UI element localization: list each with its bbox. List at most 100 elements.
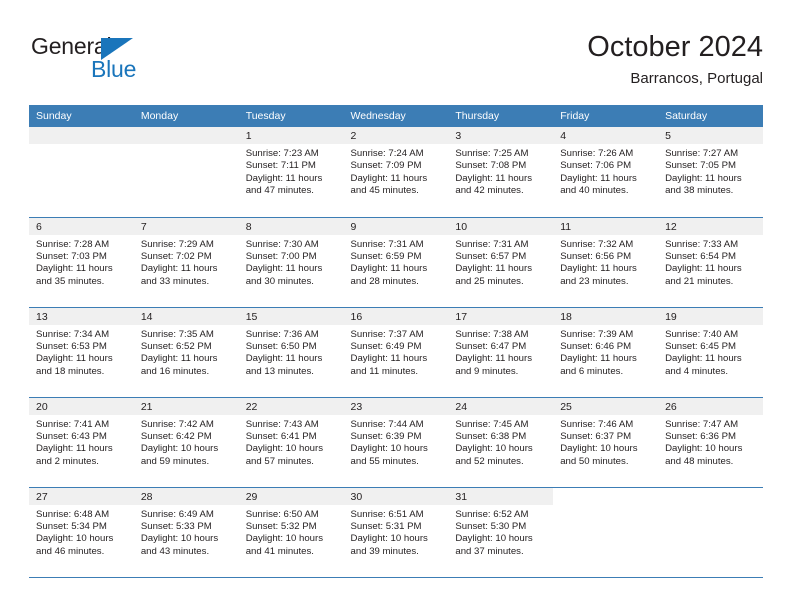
sunset-text: Sunset: 5:32 PM (245, 520, 317, 532)
day-details: Sunrise: 7:39 AM Sunset: 6:46 PM Daylight:… (553, 325, 658, 379)
day-cell-inner: 1 Sunrise: 7:23 AM Sunset: 7:11 PM Daylight… (238, 127, 344, 216)
calendar-day-cell[interactable]: 10 Sunrise: 7:31 AM Sunset: 6:57 PM Dayligh… (448, 217, 554, 308)
calendar-day-cell[interactable]: 1 Sunrise: 7:23 AM Sunset: 7:11 PM Daylight… (238, 127, 344, 218)
calendar-day-cell[interactable]: 3 Sunrise: 7:25 AM Sunset: 7:08 PM Daylight… (448, 127, 554, 218)
day-cell-inner: 3 Sunrise: 7:25 AM Sunset: 7:08 PM Daylight… (448, 127, 554, 216)
day-details: Sunrise: 7:29 AM Sunset: 7:02 PM Daylight:… (134, 235, 239, 289)
calendar-day-cell[interactable]: 4 Sunrise: 7:26 AM Sunset: 7:06 PM Daylight… (553, 127, 659, 218)
day-details: Sunrise: 7:46 AM Sunset: 6:37 PM Daylight:… (553, 415, 658, 469)
day-cell-inner: 31 Sunrise: 6:52 AM Sunset: 5:30 PM Dayligh… (448, 487, 554, 577)
daylight-text-line1: Daylight: 10 hours (36, 533, 114, 545)
daylight-text-line2: and 37 minutes. (455, 545, 524, 557)
calendar-day-cell[interactable]: 16 Sunrise: 7:37 AM Sunset: 6:49 PM Dayligh… (343, 307, 449, 398)
calendar-day-cell[interactable]: 15 Sunrise: 7:36 AM Sunset: 6:50 PM Dayligh… (238, 307, 344, 398)
calendar-day-cell[interactable]: 19 Sunrise: 7:40 AM Sunset: 6:45 PM Dayligh… (658, 307, 763, 398)
sunrise-text: Sunrise: 7:37 AM (350, 328, 424, 340)
daylight-text-line1: Daylight: 11 hours (350, 263, 428, 275)
calendar-day-cell[interactable]: 14 Sunrise: 7:35 AM Sunset: 6:52 PM Dayligh… (133, 307, 239, 398)
daylight-text-line1: Daylight: 11 hours (665, 263, 742, 275)
day-cell-inner: 12 Sunrise: 7:33 AM Sunset: 6:54 PM Dayligh… (658, 217, 763, 307)
sunrise-text: Sunrise: 6:51 AM (350, 508, 424, 520)
day-details (29, 144, 134, 148)
day-details: Sunrise: 7:47 AM Sunset: 6:36 PM Daylight:… (658, 415, 763, 469)
day-details: Sunrise: 7:40 AM Sunset: 6:45 PM Daylight:… (658, 325, 763, 379)
daylight-text-line1: Daylight: 11 hours (560, 172, 637, 184)
calendar-day-cell[interactable]: 21 Sunrise: 7:42 AM Sunset: 6:42 PM Dayligh… (133, 397, 239, 488)
daylight-text-line1: Daylight: 10 hours (455, 533, 533, 545)
calendar-day-cell[interactable]: 31 Sunrise: 6:52 AM Sunset: 5:30 PM Dayligh… (448, 487, 554, 578)
day-details: Sunrise: 7:31 AM Sunset: 6:57 PM Daylight:… (448, 235, 553, 289)
calendar-day-cell[interactable]: 6 Sunrise: 7:28 AM Sunset: 7:03 PM Daylight… (29, 217, 134, 308)
sunset-text: Sunset: 6:59 PM (350, 250, 422, 262)
day-cell-inner: 8 Sunrise: 7:30 AM Sunset: 7:00 PM Daylight… (238, 217, 344, 307)
calendar-day-cell[interactable]: 26 Sunrise: 7:47 AM Sunset: 6:36 PM Dayligh… (658, 397, 763, 488)
daylight-text-line2: and 35 minutes. (36, 275, 105, 287)
calendar-day-cell[interactable]: 22 Sunrise: 7:43 AM Sunset: 6:41 PM Dayligh… (238, 397, 344, 488)
calendar-day-cell[interactable]: 27 Sunrise: 6:48 AM Sunset: 5:34 PM Dayligh… (29, 487, 134, 578)
calendar-day-cell[interactable]: 29 Sunrise: 6:50 AM Sunset: 5:32 PM Dayligh… (238, 487, 344, 578)
daylight-text-line2: and 28 minutes. (350, 275, 419, 287)
day-cell-inner: 17 Sunrise: 7:38 AM Sunset: 6:47 PM Dayligh… (448, 307, 554, 397)
daylight-text-line2: and 2 minutes. (36, 455, 99, 467)
calendar-day-cell[interactable]: 5 Sunrise: 7:27 AM Sunset: 7:05 PM Daylight… (658, 127, 763, 218)
daylight-text-line2: and 6 minutes. (560, 365, 624, 377)
day-number: 12 (658, 217, 763, 235)
calendar-day-cell[interactable]: 8 Sunrise: 7:30 AM Sunset: 7:00 PM Daylight… (238, 217, 344, 308)
daylight-text-line1: Daylight: 11 hours (36, 263, 113, 275)
daylight-text-line2: and 13 minutes. (245, 365, 314, 377)
calendar-day-cell[interactable]: 23 Sunrise: 7:44 AM Sunset: 6:39 PM Dayligh… (343, 397, 449, 488)
calendar-day-cell[interactable]: 12 Sunrise: 7:33 AM Sunset: 6:54 PM Dayligh… (658, 217, 763, 308)
calendar-day-cell[interactable]: 20 Sunrise: 7:41 AM Sunset: 6:43 PM Dayligh… (29, 397, 134, 488)
day-cell-inner (29, 127, 134, 216)
day-number: 4 (553, 127, 659, 144)
daylight-text-line1: Daylight: 11 hours (455, 263, 532, 275)
daylight-text-line2: and 55 minutes. (350, 455, 419, 467)
daylight-text-line2: and 57 minutes. (245, 455, 314, 467)
daylight-text-line2: and 18 minutes. (36, 365, 105, 377)
sunset-text: Sunset: 6:37 PM (560, 430, 632, 442)
sunset-text: Sunset: 5:31 PM (350, 520, 422, 532)
weekday-header-row: Sunday Monday Tuesday Wednesday Thursday… (29, 105, 763, 127)
day-details: Sunrise: 7:24 AM Sunset: 7:09 PM Daylight:… (344, 144, 449, 198)
day-details: Sunrise: 7:26 AM Sunset: 7:06 PM Daylight:… (553, 144, 658, 198)
sunset-text: Sunset: 7:05 PM (665, 160, 736, 172)
day-number (553, 487, 659, 505)
calendar-day-cell[interactable]: 28 Sunrise: 6:49 AM Sunset: 5:33 PM Dayligh… (133, 487, 239, 578)
calendar-day-cell[interactable]: 13 Sunrise: 7:34 AM Sunset: 6:53 PM Dayligh… (29, 307, 134, 398)
daylight-text-line1: Daylight: 11 hours (665, 172, 742, 184)
sunrise-text: Sunrise: 7:26 AM (560, 148, 634, 159)
day-cell-inner: 10 Sunrise: 7:31 AM Sunset: 6:57 PM Dayligh… (448, 217, 554, 307)
calendar-day-cell[interactable]: 9 Sunrise: 7:31 AM Sunset: 6:59 PM Daylight… (343, 217, 449, 308)
day-number: 11 (553, 217, 659, 235)
weekday-header-saturday: Saturday (658, 105, 763, 127)
calendar-week-row: 27 Sunrise: 6:48 AM Sunset: 5:34 PM Dayligh… (29, 487, 763, 578)
sunrise-text: Sunrise: 7:25 AM (455, 148, 529, 159)
calendar-day-cell[interactable]: 18 Sunrise: 7:39 AM Sunset: 6:46 PM Dayligh… (553, 307, 659, 398)
calendar-table: Sunday Monday Tuesday Wednesday Thursday… (29, 105, 763, 578)
day-number: 26 (658, 397, 763, 415)
sunset-text: Sunset: 6:49 PM (350, 340, 422, 352)
calendar-day-cell[interactable]: 2 Sunrise: 7:24 AM Sunset: 7:09 PM Daylight… (343, 127, 449, 218)
sunrise-text: Sunrise: 7:45 AM (455, 418, 529, 430)
day-cell-inner: 15 Sunrise: 7:36 AM Sunset: 6:50 PM Dayligh… (238, 307, 344, 397)
calendar-day-cell[interactable]: 24 Sunrise: 7:45 AM Sunset: 6:38 PM Dayligh… (448, 397, 554, 488)
day-cell-inner: 29 Sunrise: 6:50 AM Sunset: 5:32 PM Dayligh… (238, 487, 344, 577)
calendar-day-cell[interactable]: 25 Sunrise: 7:46 AM Sunset: 6:37 PM Dayligh… (553, 397, 659, 488)
day-cell-inner: 24 Sunrise: 7:45 AM Sunset: 6:38 PM Dayligh… (448, 397, 554, 487)
brand-name-blue: Blue (91, 56, 137, 82)
sunset-text: Sunset: 6:54 PM (665, 250, 736, 262)
sunrise-text: Sunrise: 7:34 AM (36, 328, 110, 340)
calendar-day-cell[interactable]: 11 Sunrise: 7:32 AM Sunset: 6:56 PM Dayligh… (553, 217, 659, 308)
daylight-text-line1: Daylight: 11 hours (140, 353, 218, 365)
calendar-day-cell[interactable]: 30 Sunrise: 6:51 AM Sunset: 5:31 PM Dayligh… (343, 487, 449, 578)
brand-logo[interactable]: General Blue (29, 30, 259, 90)
sunrise-text: Sunrise: 7:31 AM (350, 238, 424, 250)
day-cell-inner: 9 Sunrise: 7:31 AM Sunset: 6:59 PM Daylight… (343, 217, 449, 307)
calendar-day-cell[interactable]: 7 Sunrise: 7:29 AM Sunset: 7:02 PM Daylight… (133, 217, 239, 308)
day-number: 9 (343, 217, 449, 235)
title-block: October 2024 Barrancos, Portugal (587, 30, 763, 88)
calendar-week-row: 6 Sunrise: 7:28 AM Sunset: 7:03 PM Daylight… (29, 217, 763, 308)
daylight-text-line1: Daylight: 10 hours (245, 443, 324, 455)
daylight-text-line2: and 16 minutes. (140, 365, 210, 377)
calendar-day-cell[interactable]: 17 Sunrise: 7:38 AM Sunset: 6:47 PM Dayligh… (448, 307, 554, 398)
